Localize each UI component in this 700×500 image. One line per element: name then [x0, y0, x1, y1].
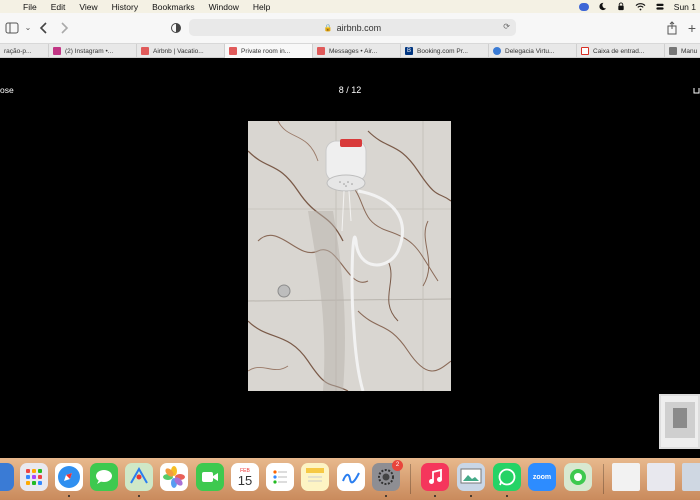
tab[interactable]: Airbnb | Vacatio...	[136, 44, 224, 58]
whatsapp-icon[interactable]	[493, 463, 521, 491]
tab-label: Caixa de entrad...	[593, 47, 645, 55]
tab[interactable]: ração-p...	[0, 44, 48, 58]
dock-divider	[603, 464, 604, 494]
calendar-day: 15	[237, 472, 253, 488]
menu-window[interactable]: Window	[202, 2, 246, 12]
sidebar-icon[interactable]	[4, 21, 20, 35]
clock[interactable]: Sun 1	[674, 2, 696, 12]
photos-icon[interactable]	[160, 463, 188, 491]
tab[interactable]: (2) Instagram •...	[48, 44, 136, 58]
messages-icon[interactable]	[90, 463, 118, 491]
address-bar[interactable]: 🔒 airbnb.com ⟳	[189, 19, 516, 36]
chevron-down-icon[interactable]: ⌄	[20, 21, 36, 35]
back-icon[interactable]	[36, 21, 52, 35]
tab-label: Airbnb | Vacatio...	[153, 47, 204, 55]
launchpad-icon[interactable]	[20, 463, 48, 491]
maps-icon[interactable]	[125, 463, 153, 491]
calendar-icon[interactable]: FEB 15	[231, 463, 259, 491]
window-thumbnail-icon[interactable]	[682, 463, 700, 491]
tab-label: Delegacia Virtu...	[505, 47, 555, 55]
menu-bar-left: File Edit View History Bookmarks Window …	[0, 2, 277, 12]
running-indicator	[138, 495, 140, 497]
browser-toolbar: ⌄ 🔒 airbnb.com ⟳ +	[0, 13, 700, 43]
dock: FEB 15 2 zoom	[0, 458, 700, 500]
tab[interactable]: B Booking.com Pr...	[400, 44, 488, 58]
menu-bar-status: Sun 1	[578, 0, 700, 13]
reminders-icon[interactable]	[266, 463, 294, 491]
finder-icon[interactable]	[0, 463, 14, 491]
running-indicator	[385, 495, 387, 497]
safari-icon[interactable]	[55, 463, 83, 491]
preview-icon[interactable]	[457, 463, 485, 491]
control-center-icon[interactable]	[655, 2, 665, 11]
address-url: airbnb.com	[336, 22, 382, 33]
facetime-icon[interactable]	[196, 463, 224, 491]
menu-view[interactable]: View	[72, 2, 104, 12]
menu-edit[interactable]: Edit	[44, 2, 73, 12]
tab-active[interactable]: Private room in...	[224, 44, 312, 58]
find-my-icon[interactable]	[564, 463, 592, 491]
dock-divider	[410, 464, 411, 494]
share-icon[interactable]	[693, 85, 700, 94]
close-button[interactable]: ose	[0, 85, 14, 95]
menu-help[interactable]: Help	[246, 2, 277, 12]
moon-icon[interactable]	[598, 2, 607, 11]
menu-bar: File Edit View History Bookmarks Window …	[0, 0, 700, 13]
tab[interactable]: Messages • Air...	[312, 44, 400, 58]
running-indicator	[470, 495, 472, 497]
notification-badge: 2	[392, 460, 403, 471]
tab[interactable]: Caixa de entrad...	[576, 44, 664, 58]
airbnb-icon	[141, 47, 149, 55]
airbnb-icon	[229, 47, 237, 55]
wifi-icon[interactable]	[635, 2, 646, 11]
thumbnail-preview[interactable]	[659, 394, 700, 449]
forward-icon[interactable]	[56, 21, 72, 35]
zoom-label: zoom	[532, 473, 552, 481]
delegacia-icon	[493, 47, 501, 55]
window-thumbnail-icon[interactable]	[647, 463, 675, 491]
menu-file[interactable]: File	[16, 2, 44, 12]
tab-bar: ração-p... (2) Instagram •... Airbnb | V…	[0, 43, 700, 58]
lock-icon: 🔒	[323, 24, 333, 32]
running-indicator	[434, 495, 436, 497]
listing-photo	[248, 121, 451, 391]
share-icon[interactable]	[664, 21, 680, 35]
user-avatar-icon[interactable]	[578, 2, 589, 11]
photo-viewer: ose 8 / 12	[0, 58, 700, 458]
music-icon[interactable]	[421, 463, 449, 491]
menu-history[interactable]: History	[105, 2, 145, 12]
tab[interactable]: Manu	[664, 44, 700, 58]
menu-bookmarks[interactable]: Bookmarks	[145, 2, 202, 12]
photo-counter: 8 / 12	[338, 85, 362, 95]
reload-icon[interactable]: ⟳	[503, 22, 510, 31]
instagram-icon	[53, 47, 61, 55]
system-settings-icon[interactable]: 2	[372, 460, 403, 491]
lock-icon[interactable]	[616, 2, 626, 11]
tab-label: Manu	[681, 47, 698, 55]
tab[interactable]: Delegacia Virtu...	[488, 44, 576, 58]
freeform-icon[interactable]	[337, 463, 365, 491]
booking-icon: B	[405, 47, 413, 55]
zoom-icon[interactable]: zoom	[528, 463, 556, 491]
tab-label: ração-p...	[4, 47, 32, 55]
airbnb-icon	[317, 47, 325, 55]
new-tab-icon[interactable]: +	[684, 21, 700, 35]
page-icon	[669, 47, 677, 55]
tab-label: (2) Instagram •...	[65, 47, 114, 55]
gmail-icon	[581, 47, 589, 55]
privacy-shield-icon[interactable]	[168, 21, 184, 35]
tab-label: Messages • Air...	[329, 47, 378, 55]
tab-label: Booking.com Pr...	[417, 47, 468, 55]
document-thumbnail-icon[interactable]	[612, 463, 640, 491]
running-indicator	[68, 495, 70, 497]
tab-label: Private room in...	[241, 47, 291, 55]
notes-icon[interactable]	[301, 463, 329, 491]
running-indicator	[506, 495, 508, 497]
